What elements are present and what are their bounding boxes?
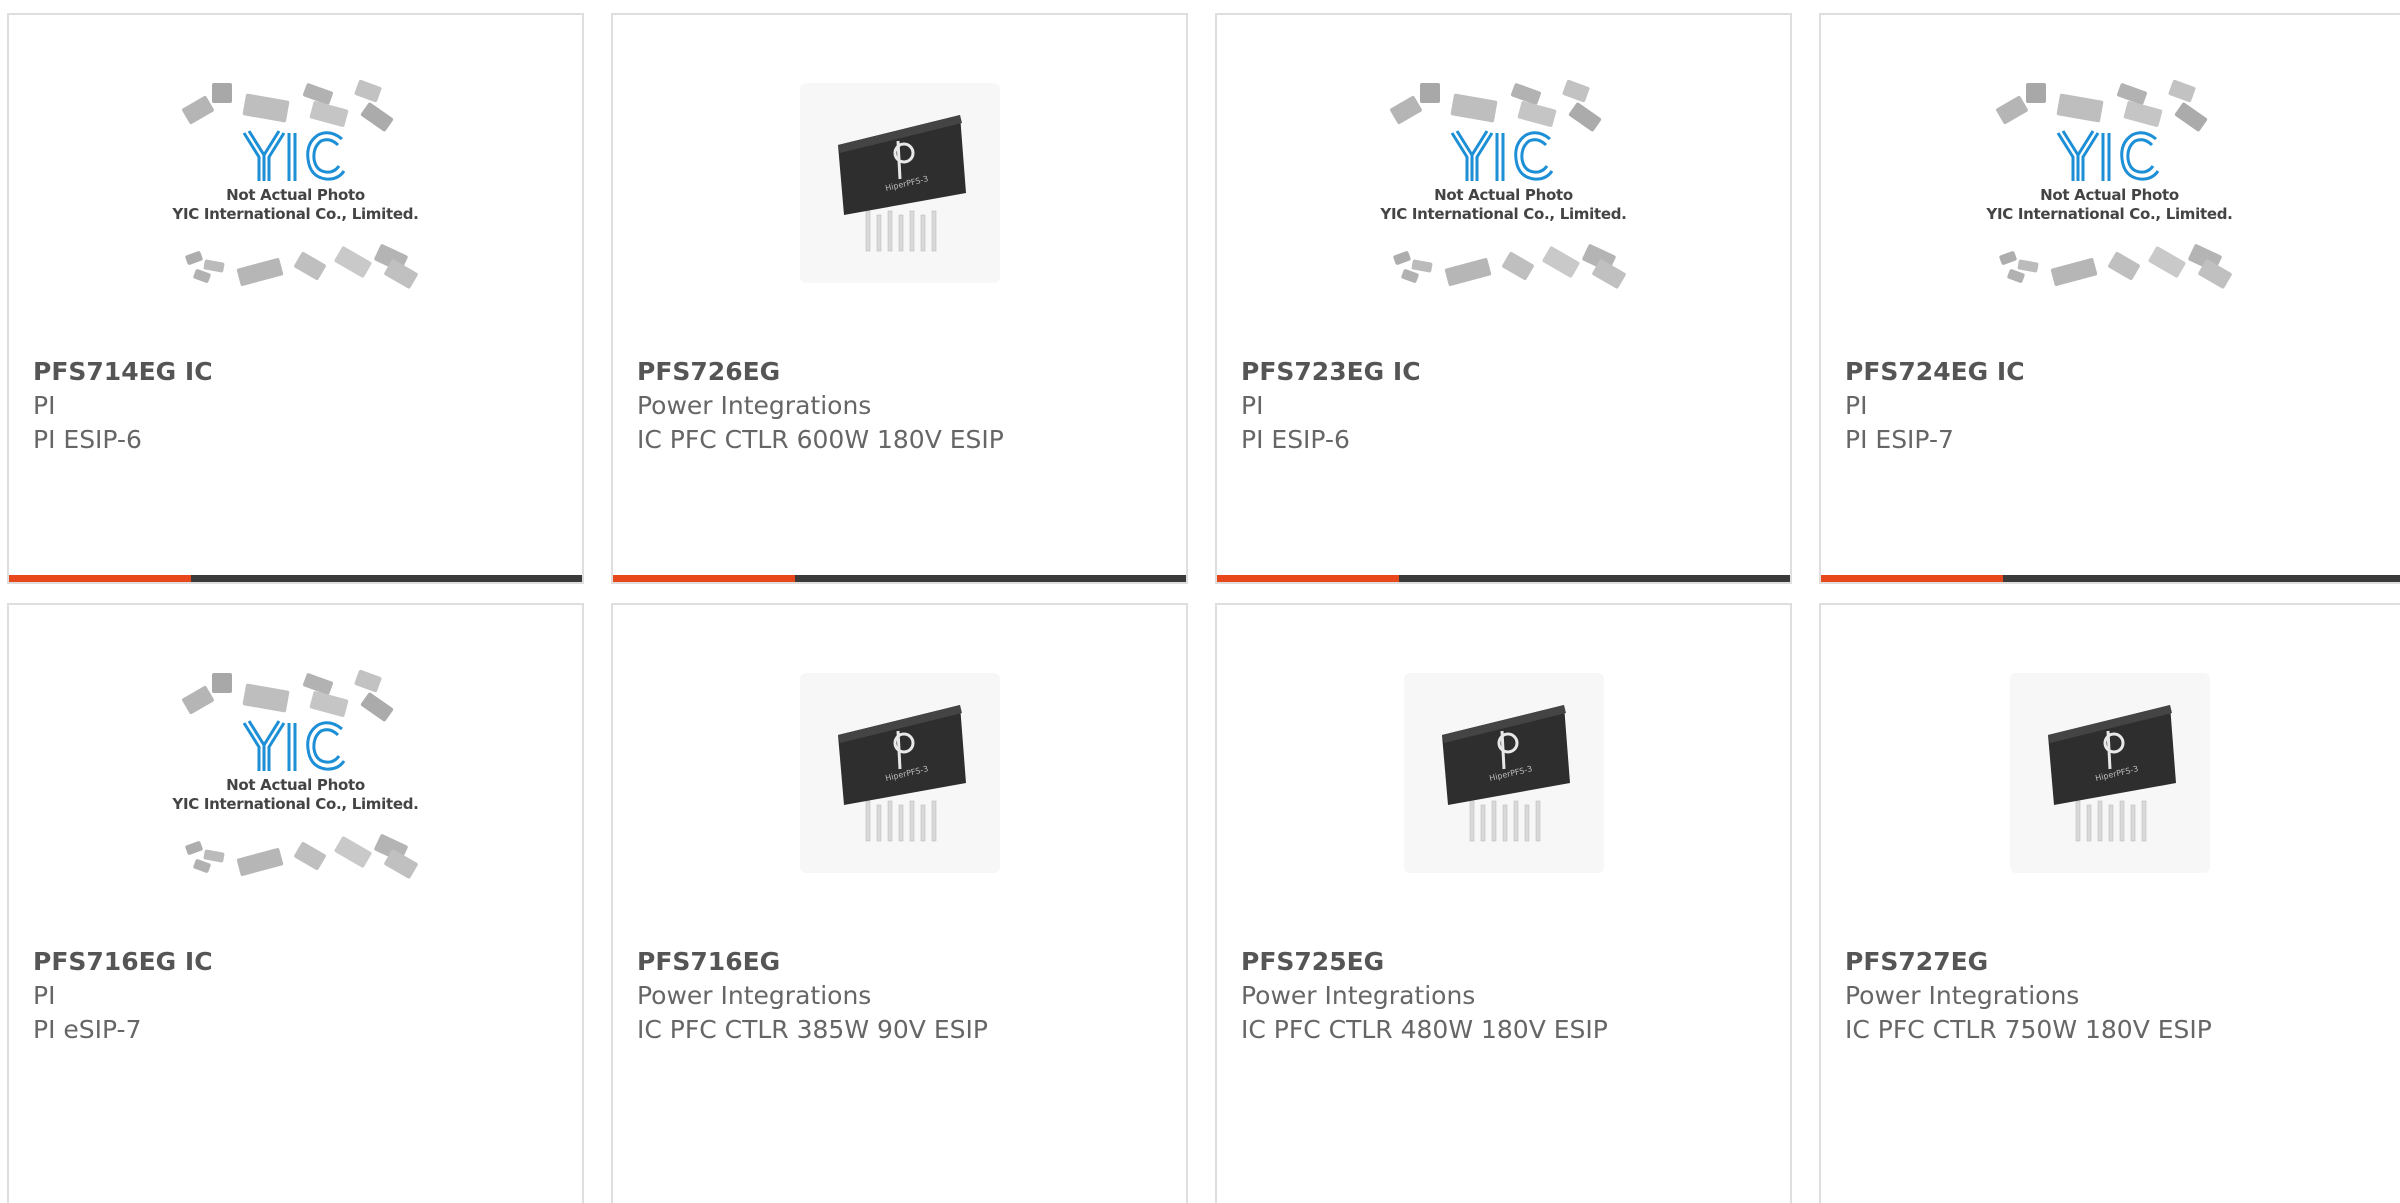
product-brand: Power Integrations	[1241, 981, 1476, 1010]
card-footer-bar	[1217, 575, 1790, 582]
yic-logo	[1450, 130, 1553, 181]
card-accent-bar	[1217, 575, 1399, 582]
placeholder-line1: Not Actual Photo	[1434, 186, 1573, 204]
placeholder-line2: YIC International Co., Limited.	[1380, 205, 1627, 223]
product-card[interactable]: HiperPFS-3 PFS727EG Power Integrations I…	[1819, 603, 2400, 1203]
chip-pins	[1469, 800, 1540, 842]
placeholder-line2: YIC International Co., Limited.	[1986, 205, 2233, 223]
product-brand: PI	[1845, 391, 1868, 420]
product-brand: Power Integrations	[637, 981, 872, 1010]
product-name[interactable]: PFS724EG IC	[1845, 355, 2399, 389]
product-card[interactable]: Not Actual Photo YIC International Co., …	[1215, 13, 1792, 584]
product-image[interactable]: Not Actual Photo YIC International Co., …	[9, 605, 582, 941]
ic-packages-bottom	[1392, 244, 1626, 289]
product-brand: Power Integrations	[637, 391, 872, 420]
card-footer-bar	[1821, 575, 2400, 582]
product-name[interactable]: PFS723EG IC	[1241, 355, 1780, 389]
product-card[interactable]: HiperPFS-3 PFS726EG Power Integrations I…	[611, 13, 1188, 584]
product-card[interactable]: HiperPFS-3 PFS716EG Power Integrations I…	[611, 603, 1188, 1203]
placeholder-line1: Not Actual Photo	[226, 186, 365, 204]
ic-packages-bottom	[184, 834, 418, 879]
product-card[interactable]: Not Actual Photo YIC International Co., …	[1819, 13, 2400, 584]
ic-packages-top	[1389, 79, 1601, 132]
chip-pins	[865, 210, 936, 252]
ic-packages-bottom	[184, 244, 418, 289]
product-card[interactable]: Not Actual Photo YIC International Co., …	[7, 603, 584, 1203]
chip-photo: HiperPFS-3	[2009, 673, 2210, 873]
chip-photo: HiperPFS-3	[799, 673, 1000, 873]
yic-placeholder-image: Not Actual Photo YIC International Co., …	[146, 643, 446, 903]
placeholder-line1: Not Actual Photo	[2040, 186, 2179, 204]
placeholder-line2: YIC International Co., Limited.	[172, 205, 419, 223]
product-image[interactable]: HiperPFS-3	[1217, 605, 1790, 941]
product-name[interactable]: PFS716EG IC	[33, 945, 572, 979]
placeholder-line1: Not Actual Photo	[226, 776, 365, 794]
product-grid: Not Actual Photo YIC International Co., …	[0, 0, 2400, 1203]
product-image[interactable]: HiperPFS-3	[1821, 605, 2398, 941]
product-description: IC PFC CTLR 480W 180V ESIP	[1241, 1015, 1608, 1044]
chip-pins	[865, 800, 936, 842]
product-description: IC PFC CTLR 600W 180V ESIP	[637, 425, 1004, 454]
product-card[interactable]: Not Actual Photo YIC International Co., …	[7, 13, 584, 584]
product-description: PI ESIP-7	[1845, 425, 1954, 454]
product-brand: Power Integrations	[1845, 981, 2080, 1010]
yic-logo	[242, 130, 345, 181]
product-description: PI eSIP-7	[33, 1015, 142, 1044]
product-card[interactable]: HiperPFS-3 PFS725EG Power Integrations I…	[1215, 603, 1792, 1203]
product-brand: PI	[33, 391, 56, 420]
card-accent-bar	[9, 575, 191, 582]
product-name[interactable]: PFS726EG	[637, 355, 1176, 389]
ic-packages-top	[1995, 79, 2207, 132]
product-description: IC PFC CTLR 385W 90V ESIP	[637, 1015, 988, 1044]
product-image[interactable]: Not Actual Photo YIC International Co., …	[1821, 15, 2398, 351]
product-description: IC PFC CTLR 750W 180V ESIP	[1845, 1015, 2212, 1044]
product-image[interactable]: HiperPFS-3	[613, 15, 1186, 351]
product-description: PI ESIP-6	[1241, 425, 1350, 454]
product-name[interactable]: PFS714EG IC	[33, 355, 572, 389]
product-name[interactable]: PFS716EG	[637, 945, 1176, 979]
product-image[interactable]: HiperPFS-3	[613, 605, 1186, 941]
chip-photo: HiperPFS-3	[799, 83, 1000, 283]
product-brand: PI	[33, 981, 56, 1010]
card-footer-bar	[9, 575, 582, 582]
ic-packages-top	[181, 79, 393, 132]
yic-logo	[2056, 130, 2159, 181]
ic-packages-bottom	[1998, 244, 2232, 289]
placeholder-line2: YIC International Co., Limited.	[172, 795, 419, 813]
card-accent-bar	[613, 575, 795, 582]
ic-packages-top	[181, 669, 393, 722]
card-footer-bar	[613, 575, 1186, 582]
yic-logo	[242, 720, 345, 771]
product-image[interactable]: Not Actual Photo YIC International Co., …	[9, 15, 582, 351]
card-accent-bar	[1821, 575, 2003, 582]
product-image[interactable]: Not Actual Photo YIC International Co., …	[1217, 15, 1790, 351]
product-description: PI ESIP-6	[33, 425, 142, 454]
yic-placeholder-image: Not Actual Photo YIC International Co., …	[1354, 53, 1654, 313]
chip-photo: HiperPFS-3	[1403, 673, 1604, 873]
yic-placeholder-image: Not Actual Photo YIC International Co., …	[1960, 53, 2260, 313]
product-brand: PI	[1241, 391, 1264, 420]
yic-placeholder-image: Not Actual Photo YIC International Co., …	[146, 53, 446, 313]
product-name[interactable]: PFS727EG	[1845, 945, 2399, 979]
chip-pins	[2075, 800, 2146, 842]
product-name[interactable]: PFS725EG	[1241, 945, 1780, 979]
